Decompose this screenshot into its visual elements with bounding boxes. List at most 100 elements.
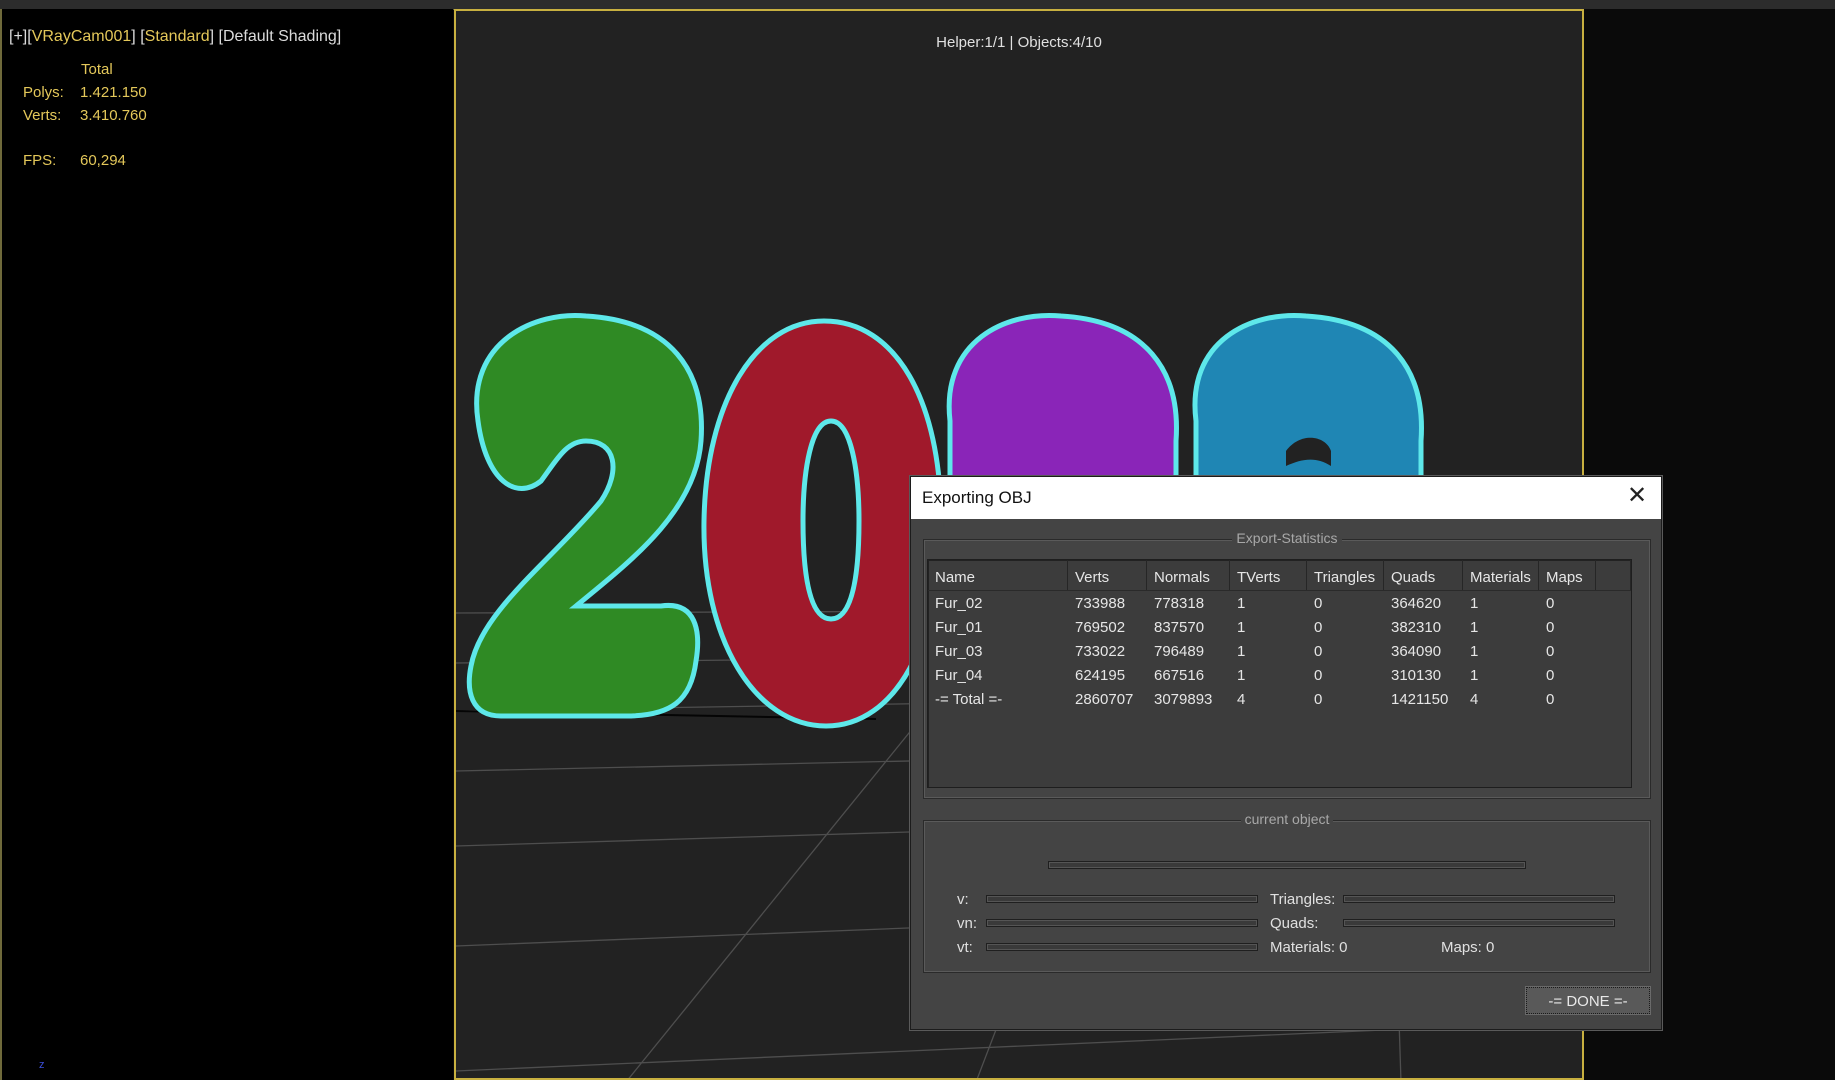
group-title: current object: [924, 811, 1650, 827]
col-maps[interactable]: Maps: [1539, 560, 1596, 590]
verts-stat: Verts: 3.410.760: [23, 107, 147, 124]
bracket: ]: [209, 28, 215, 45]
cell: 4: [1470, 691, 1479, 708]
left-viewport[interactable]: [+][VRayCam001] [Standard] [Default Shad…: [0, 9, 453, 1080]
cell: 1: [1470, 643, 1479, 660]
cell: 0: [1546, 667, 1555, 684]
polys-value: 1.421.150: [80, 84, 147, 101]
fps-value: 60,294: [80, 152, 126, 169]
cell: 1: [1470, 595, 1479, 612]
v-label: v:: [957, 891, 969, 908]
col-verts[interactable]: Verts: [1068, 560, 1147, 590]
table-row[interactable]: Fur_03 733022 796489 1 0 364090 1 0: [928, 639, 1631, 663]
cell: 837570: [1154, 619, 1205, 636]
cell: 733988: [1075, 595, 1126, 612]
table-row[interactable]: Fur_04 624195 667516 1 0 310130 1 0: [928, 663, 1631, 687]
table-header: Name Verts Normals TVerts Triangles Quad…: [928, 560, 1631, 591]
cell: 733022: [1075, 643, 1126, 660]
digit-0-red: [701, 318, 944, 729]
table-row-total[interactable]: -= Total =- 2860707 3079893 4 0 1421150 4 0: [928, 687, 1631, 711]
bracket: ]: [131, 28, 136, 45]
maps-count: Maps: 0: [1441, 939, 1495, 956]
export-statistics-title: Export-Statistics: [1232, 530, 1342, 546]
cell: 1: [1470, 619, 1479, 636]
cell: 769502: [1075, 619, 1126, 636]
overall-progress-bar: [1048, 861, 1526, 869]
quads-label: Quads:: [1270, 915, 1319, 932]
dialog-title: Exporting OBJ: [922, 488, 1032, 507]
verts-value: 3.410.760: [80, 107, 147, 124]
cell: Fur_02: [935, 595, 983, 612]
digit-2-green: [466, 312, 704, 719]
fps-label: FPS:: [23, 152, 57, 169]
cell: Fur_03: [935, 643, 983, 660]
cell: 310130: [1391, 667, 1442, 684]
cell: 0: [1546, 595, 1555, 612]
cell: 0: [1546, 643, 1555, 660]
triangles-label: Triangles:: [1270, 891, 1336, 908]
quads-progress-bar: [1343, 919, 1615, 927]
cell: 3079893: [1154, 691, 1213, 708]
cell: Fur_04: [935, 667, 983, 684]
table-row[interactable]: Fur_01 769502 837570 1 0 382310 1 0: [928, 615, 1631, 639]
col-triangles[interactable]: Triangles: [1307, 560, 1384, 590]
cell: 796489: [1154, 643, 1205, 660]
vn-progress-bar: [986, 919, 1258, 927]
cell: 0: [1314, 667, 1323, 684]
fps-stat: FPS: 60,294: [23, 152, 126, 169]
axis-gizmo-icon: z: [39, 1059, 45, 1071]
cell: 0: [1546, 619, 1555, 636]
cell: 0: [1314, 619, 1323, 636]
col-name[interactable]: Name: [928, 560, 1068, 590]
cell: 364620: [1391, 595, 1442, 612]
cell: 778318: [1154, 595, 1205, 612]
viewport-label[interactable]: [+][VRayCam001] [Standard] [Default Shad…: [9, 28, 341, 46]
cell: 0: [1314, 643, 1323, 660]
vt-progress-bar: [986, 943, 1258, 951]
statistics-table[interactable]: Name Verts Normals TVerts Triangles Quad…: [927, 559, 1632, 788]
cell: 1: [1237, 619, 1246, 636]
vt-label: vt:: [957, 939, 973, 956]
cell: 0: [1314, 691, 1323, 708]
vn-label: vn:: [957, 915, 978, 932]
triangles-progress-bar: [1343, 895, 1615, 903]
cell: 667516: [1154, 667, 1205, 684]
cell: 2860707: [1075, 691, 1134, 708]
cell: 0: [1546, 691, 1555, 708]
cell: 624195: [1075, 667, 1126, 684]
cell: 1: [1237, 643, 1246, 660]
cell: 1: [1237, 667, 1246, 684]
col-normals[interactable]: Normals: [1147, 560, 1230, 590]
cell: 1: [1237, 595, 1246, 612]
viewport-menu-plus[interactable]: [+]: [9, 28, 27, 45]
polys-stat: Polys: 1.421.150: [23, 84, 147, 101]
materials-count: Materials: 0: [1270, 939, 1348, 956]
cell: Fur_01: [935, 619, 983, 636]
col-extra: [1596, 560, 1631, 590]
cell: -= Total =-: [935, 691, 1003, 708]
dialog-titlebar[interactable]: Exporting OBJ ✕: [911, 477, 1661, 519]
col-quads[interactable]: Quads: [1384, 560, 1463, 590]
viewport-standard-label[interactable]: Standard: [145, 28, 210, 45]
col-tverts[interactable]: TVerts: [1230, 560, 1307, 590]
current-object-title: current object: [1240, 811, 1334, 827]
table-row[interactable]: Fur_02 733988 778318 1 0 364620 1 0: [928, 591, 1631, 615]
viewport-info: Helper:1/1 | Objects:4/10: [936, 34, 1102, 51]
close-icon[interactable]: ✕: [1623, 482, 1651, 510]
cell: 1421150: [1391, 691, 1449, 708]
verts-label: Verts:: [23, 107, 62, 124]
cell: 382310: [1391, 619, 1442, 636]
group-title: Export-Statistics: [924, 530, 1650, 546]
viewport-shading-label[interactable]: [Default Shading]: [219, 28, 342, 45]
viewport-camera-label[interactable]: VRayCam001: [32, 28, 132, 45]
cell: 364090: [1391, 643, 1442, 660]
cell: 0: [1314, 595, 1323, 612]
cell: 4: [1237, 691, 1246, 708]
col-materials[interactable]: Materials: [1463, 560, 1539, 590]
v-progress-bar: [986, 895, 1258, 903]
export-dialog: Exporting OBJ ✕ Export-Statistics Name V…: [910, 476, 1662, 1030]
cell: 1: [1470, 667, 1479, 684]
stats-header: Total: [81, 61, 113, 78]
digit-2-purple: [946, 312, 1179, 484]
done-button[interactable]: -= DONE =-: [1526, 987, 1650, 1014]
